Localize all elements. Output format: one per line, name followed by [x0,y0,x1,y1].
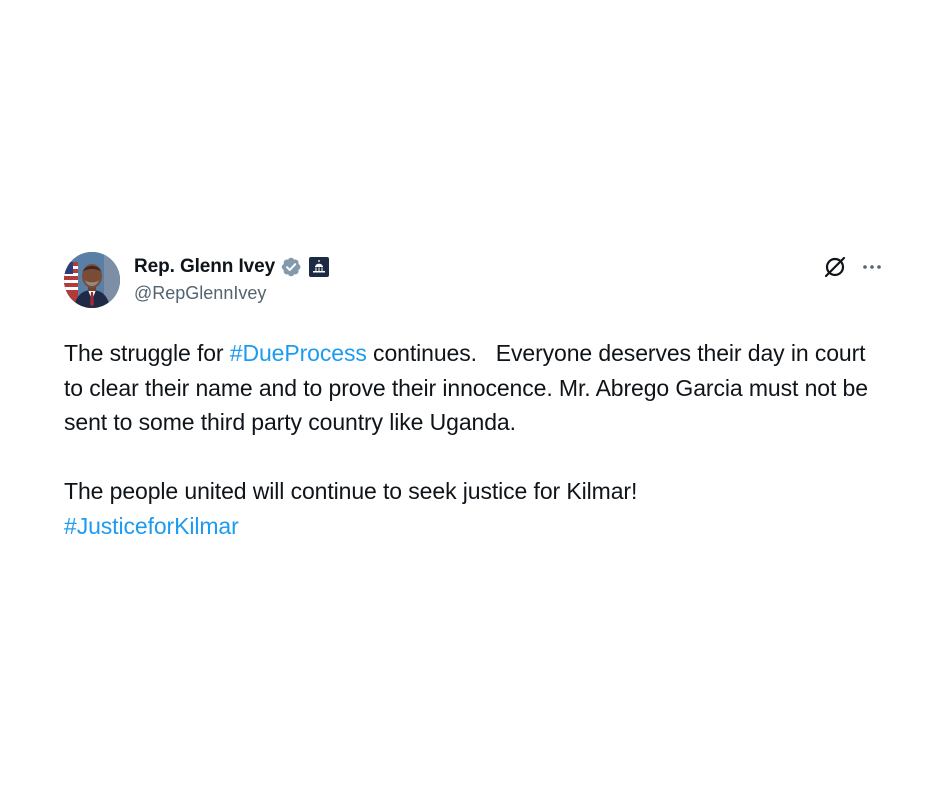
grok-icon[interactable] [822,254,848,285]
author-block: Rep. Glenn Ivey @RepGlennIvey [134,254,330,304]
more-options-icon[interactable] [860,255,884,284]
header-actions [822,254,884,285]
avatar-image [64,252,120,308]
avatar[interactable] [64,252,120,308]
post-header: Rep. Glenn Ivey @RepGlennIvey [64,250,884,310]
post-card: Rep. Glenn Ivey @RepGlennIvey The strugg… [64,250,884,543]
hashtag-justiceforkilmar-link[interactable]: #JusticeforKilmar [64,513,239,539]
capitol-affiliation-badge-icon[interactable] [309,257,330,277]
verified-badge-icon[interactable] [280,256,302,278]
author-display-name[interactable]: Rep. Glenn Ivey [134,256,275,278]
name-row: Rep. Glenn Ivey [134,254,330,280]
author-handle[interactable]: @RepGlennIvey [134,283,329,304]
post-text: The struggle for #DueProcess continues. … [64,336,884,543]
post-text-segment: The struggle for [64,340,230,366]
hashtag-dueprocess-link[interactable]: #DueProcess [230,340,367,366]
post-text-segment: The people united will continue to seek … [64,478,638,504]
